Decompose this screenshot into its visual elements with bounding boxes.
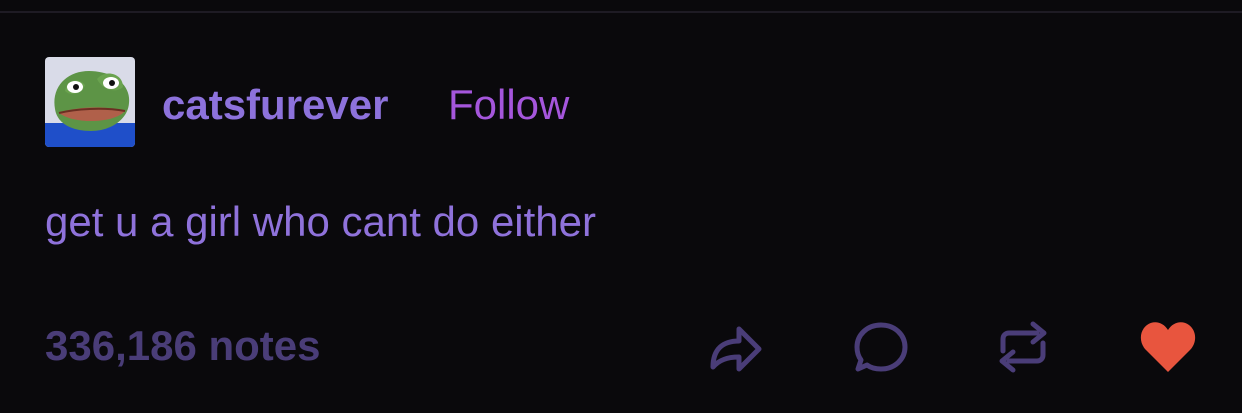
share-button[interactable] [704,316,766,378]
notes-count[interactable]: 336,186 notes [45,321,321,371]
reply-icon [854,322,908,372]
post-body-text: get u a girl who cant do either [45,198,597,245]
username-link[interactable]: catsfurever [162,80,388,130]
reblog-icon [999,321,1047,373]
avatar[interactable] [45,57,135,147]
heart-icon [1140,322,1196,372]
reply-button[interactable] [850,316,912,378]
follow-button[interactable]: Follow [448,80,569,130]
frog-avatar-icon [45,57,135,147]
reblog-button[interactable] [992,316,1054,378]
share-icon [710,326,762,372]
post-card: catsfurever Follow get u a girl who cant… [0,0,1242,413]
like-button[interactable] [1137,316,1199,378]
